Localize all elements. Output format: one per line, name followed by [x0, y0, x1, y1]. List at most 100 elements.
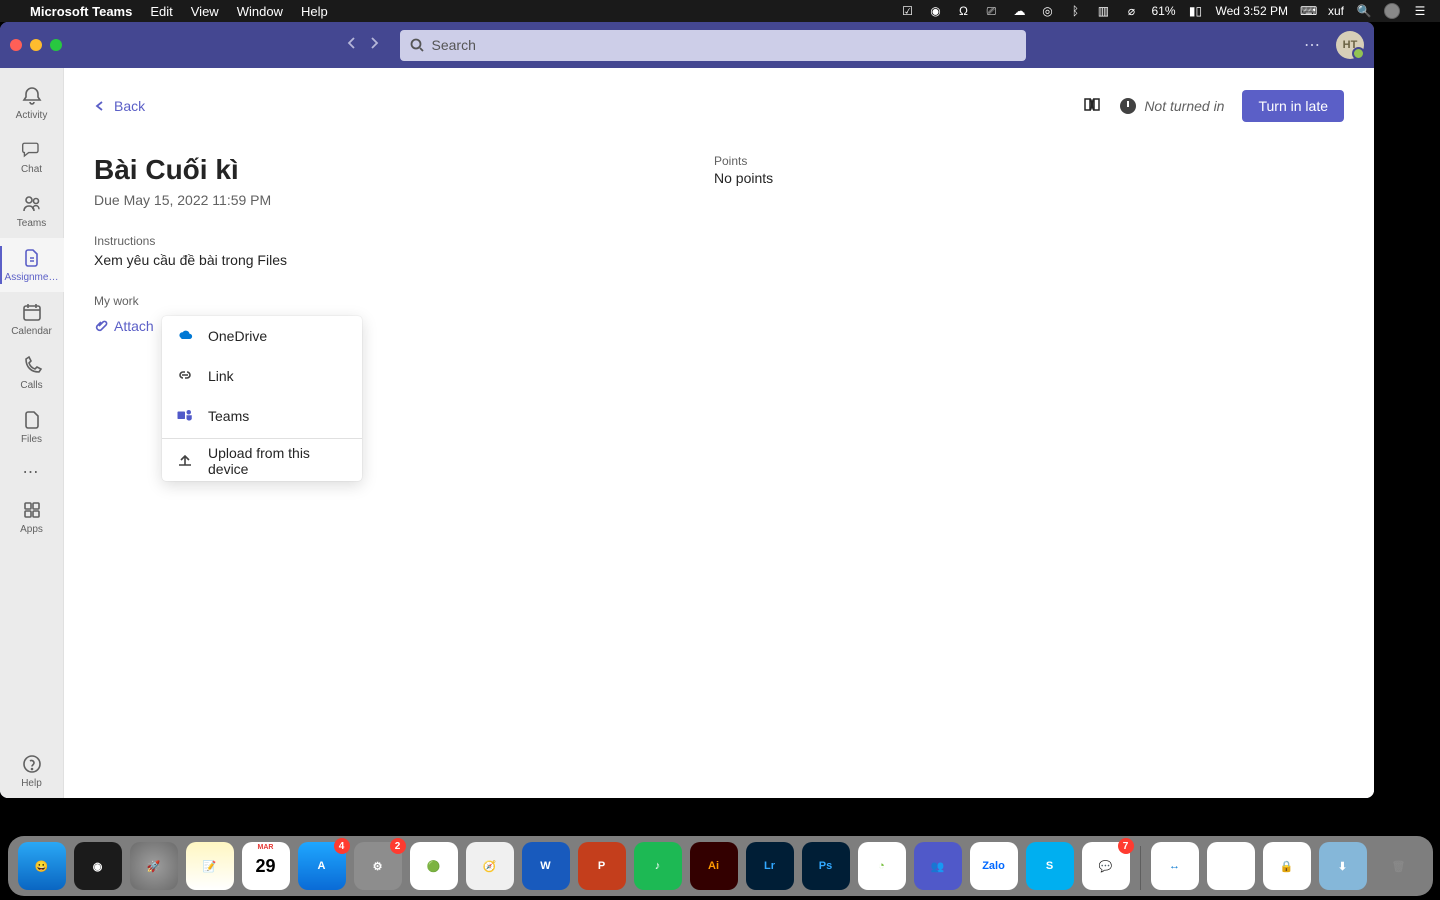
instructions-text: Xem yêu cầu đề bài trong Files	[94, 252, 674, 268]
assignment-title: Bài Cuối kì	[94, 154, 674, 186]
search-icon	[410, 38, 424, 52]
dock-divider	[1140, 846, 1141, 890]
search-box[interactable]	[400, 30, 1026, 61]
menu-edit[interactable]: Edit	[150, 4, 172, 19]
dock-app-trash[interactable]: 🗑	[1375, 842, 1423, 890]
dock-app-finder[interactable]: 😀	[18, 842, 66, 890]
status-sync-icon[interactable]: ◉	[927, 4, 943, 18]
titlebar-more[interactable]: ⋯	[1304, 35, 1322, 55]
nav-back[interactable]	[344, 35, 360, 56]
nav-forward[interactable]	[366, 35, 382, 56]
rail-teams[interactable]: Teams	[0, 184, 64, 238]
menubar-user[interactable]: xuf	[1328, 4, 1344, 18]
dropdown-separator	[162, 438, 362, 439]
dock-app-voice-memos[interactable]: ◉	[74, 842, 122, 890]
attach-option-upload[interactable]: Upload from this device	[162, 441, 362, 481]
chevron-left-icon	[94, 100, 106, 112]
dock-app-google-chrome[interactable]: 🟢	[410, 842, 458, 890]
points-label: Points	[714, 154, 1344, 168]
assignment-page: Back Not turned in Turn in late Bài Cuối…	[64, 68, 1374, 798]
control-center-icon[interactable]: ☰	[1412, 4, 1428, 18]
dock-app-word[interactable]: W	[522, 842, 570, 890]
rail-chat[interactable]: Chat	[0, 130, 64, 184]
turn-in-status: Not turned in	[1120, 98, 1224, 114]
attach-button[interactable]: Attach	[94, 318, 154, 334]
rail-activity[interactable]: Activity	[0, 76, 64, 130]
mywork-label: My work	[94, 294, 674, 308]
dock-app-openvpn[interactable]: 🔒	[1263, 842, 1311, 890]
menubar-clock[interactable]: Wed 3:52 PM	[1216, 4, 1288, 18]
status-tv-icon[interactable]: ⎚	[983, 4, 999, 19]
menu-view[interactable]: View	[191, 4, 219, 19]
menubar-app-name[interactable]: Microsoft Teams	[30, 4, 132, 19]
dock-app-messenger[interactable]: 💬7	[1082, 842, 1130, 890]
status-cloud-icon[interactable]: ☁︎	[1011, 4, 1027, 18]
window-close[interactable]	[10, 39, 22, 51]
dock-app-notes[interactable]: 📝	[186, 842, 234, 890]
teams-icon	[176, 407, 194, 425]
app-rail: Activity Chat Teams Assignme… Calendar C…	[0, 68, 64, 798]
dock-app-app-store[interactable]: A4	[298, 842, 346, 890]
rail-files[interactable]: Files	[0, 400, 64, 454]
menubar-avatar[interactable]	[1384, 3, 1400, 19]
dock-app-preview[interactable]: 🖼	[1207, 842, 1255, 890]
search-input[interactable]	[432, 37, 1017, 53]
rail-apps[interactable]: Apps	[0, 490, 64, 544]
rail-calls[interactable]: Calls	[0, 346, 64, 400]
dock-app-powerpoint[interactable]: P	[578, 842, 626, 890]
spotlight-icon[interactable]: 🔍	[1356, 4, 1372, 18]
turn-in-button[interactable]: Turn in late	[1242, 90, 1344, 122]
dock-app-skype[interactable]: S	[1026, 842, 1074, 890]
status-headset-icon[interactable]: Ω	[955, 4, 971, 18]
keyboard-input-icon[interactable]: ⌨︎	[1300, 4, 1316, 18]
instructions-label: Instructions	[94, 234, 674, 248]
dock-app-launchpad[interactable]: 🚀	[130, 842, 178, 890]
dock-app-photoshop[interactable]: Ps	[802, 842, 850, 890]
titlebar: ⋯ HT	[0, 22, 1374, 68]
dock-app-downloads[interactable]: ⬇	[1319, 842, 1367, 890]
immersive-reader-button[interactable]	[1082, 94, 1102, 119]
link-icon	[176, 367, 194, 385]
window-controls	[10, 39, 62, 51]
status-app-icon[interactable]: ◎	[1039, 4, 1055, 18]
attach-option-onedrive[interactable]: OneDrive	[162, 316, 362, 356]
battery-bar-icon[interactable]: ▥	[1095, 4, 1111, 18]
attach-icon	[94, 319, 108, 333]
dock-app-illustrator[interactable]: Ai	[690, 842, 738, 890]
clock-icon	[1120, 98, 1136, 114]
dock-app-calendar[interactable]: 29MAR	[242, 842, 290, 890]
dock-app-app[interactable]: ◔	[858, 842, 906, 890]
attach-dropdown: OneDrive Link Teams Upload from this dev…	[162, 316, 362, 481]
battery-icon[interactable]: ▮▯	[1188, 4, 1204, 18]
teams-window: ⋯ HT Activity Chat Teams Assignme…	[0, 22, 1374, 798]
dock-app-microsoft-teams[interactable]: 👥	[914, 842, 962, 890]
mac-menubar: Microsoft Teams Edit View Window Help ☑︎…	[0, 0, 1440, 22]
dock-app-lightroom[interactable]: Lr	[746, 842, 794, 890]
bluetooth-icon[interactable]: ᛒ	[1067, 4, 1083, 18]
attach-option-teams[interactable]: Teams	[162, 396, 362, 436]
dock: 😀◉🚀📝29MARA4⚙︎2🟢🧭WP♪AiLrPs◔👥ZaloS💬7 ↔🖼🔒⬇🗑	[0, 818, 1440, 900]
onedrive-icon	[176, 327, 194, 345]
window-minimize[interactable]	[30, 39, 42, 51]
user-avatar[interactable]: HT	[1336, 31, 1364, 59]
rail-help[interactable]: Help	[0, 744, 64, 798]
rail-assignments[interactable]: Assignme…	[0, 238, 64, 292]
dock-app-safari[interactable]: 🧭	[466, 842, 514, 890]
attach-option-link[interactable]: Link	[162, 356, 362, 396]
assignment-due: Due May 15, 2022 11:59 PM	[94, 192, 674, 208]
upload-icon	[176, 452, 194, 470]
battery-percent: 61%	[1151, 4, 1175, 18]
dock-app-system-preferences[interactable]: ⚙︎2	[354, 842, 402, 890]
menu-window[interactable]: Window	[237, 4, 283, 19]
dock-app-zalo[interactable]: Zalo	[970, 842, 1018, 890]
status-check-icon[interactable]: ☑︎	[899, 4, 915, 18]
status-swirl-icon[interactable]: ⌀	[1123, 4, 1139, 18]
dock-app-teamviewer[interactable]: ↔	[1151, 842, 1199, 890]
menu-help[interactable]: Help	[301, 4, 328, 19]
dock-app-spotify[interactable]: ♪	[634, 842, 682, 890]
rail-calendar[interactable]: Calendar	[0, 292, 64, 346]
rail-more[interactable]: ⋯	[0, 454, 64, 490]
points-value: No points	[714, 170, 1344, 186]
back-button[interactable]: Back	[94, 98, 145, 114]
window-maximize[interactable]	[50, 39, 62, 51]
